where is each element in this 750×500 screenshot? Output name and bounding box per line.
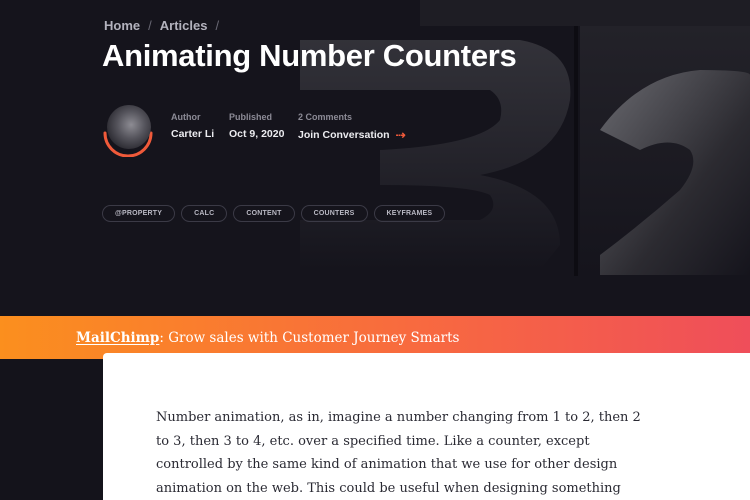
published-label: Published: [229, 112, 273, 122]
sponsor-text: : Grow sales with Customer Journey Smart…: [159, 329, 460, 346]
author-meta: Author Carter Li: [171, 112, 214, 140]
tag-counters[interactable]: COUNTERS: [300, 205, 368, 222]
comments-meta: 2 Comments Join Conversation ⇢: [298, 112, 406, 142]
breadcrumb: Home / Articles /: [104, 18, 219, 33]
tag-property[interactable]: @PROPERTY: [102, 205, 176, 222]
published-meta: Published Oct 9, 2020: [229, 112, 284, 140]
comments-count[interactable]: 2 Comments: [298, 112, 406, 122]
tag-keyframes[interactable]: KEYFRAMES: [373, 205, 446, 222]
join-conversation-link[interactable]: Join Conversation ⇢: [298, 128, 406, 142]
author-name[interactable]: Carter Li: [171, 128, 214, 140]
arrow-right-icon: ⇢: [395, 128, 406, 142]
tag-content[interactable]: CONTENT: [233, 205, 295, 222]
author-label: Author: [171, 112, 201, 122]
tag-calc[interactable]: CALC: [181, 205, 228, 222]
breadcrumb-home[interactable]: Home: [104, 18, 140, 33]
breadcrumb-separator: /: [148, 18, 152, 33]
join-conversation-label: Join Conversation: [298, 129, 390, 141]
published-date: Oct 9, 2020: [229, 128, 285, 140]
article-card: Number animation, as in, imagine a numbe…: [103, 353, 750, 500]
page-title: Animating Number Counters: [102, 38, 517, 73]
breadcrumb-articles[interactable]: Articles: [160, 18, 208, 33]
article-body: Number animation, as in, imagine a numbe…: [156, 410, 641, 496]
breadcrumb-separator: /: [215, 18, 220, 33]
sponsor-brand-link[interactable]: MailChimp: [76, 330, 159, 346]
tag-list: @PROPERTY CALC CONTENT COUNTERS KEYFRAME…: [102, 205, 446, 222]
author-avatar[interactable]: [101, 103, 155, 157]
avatar: [107, 105, 151, 149]
